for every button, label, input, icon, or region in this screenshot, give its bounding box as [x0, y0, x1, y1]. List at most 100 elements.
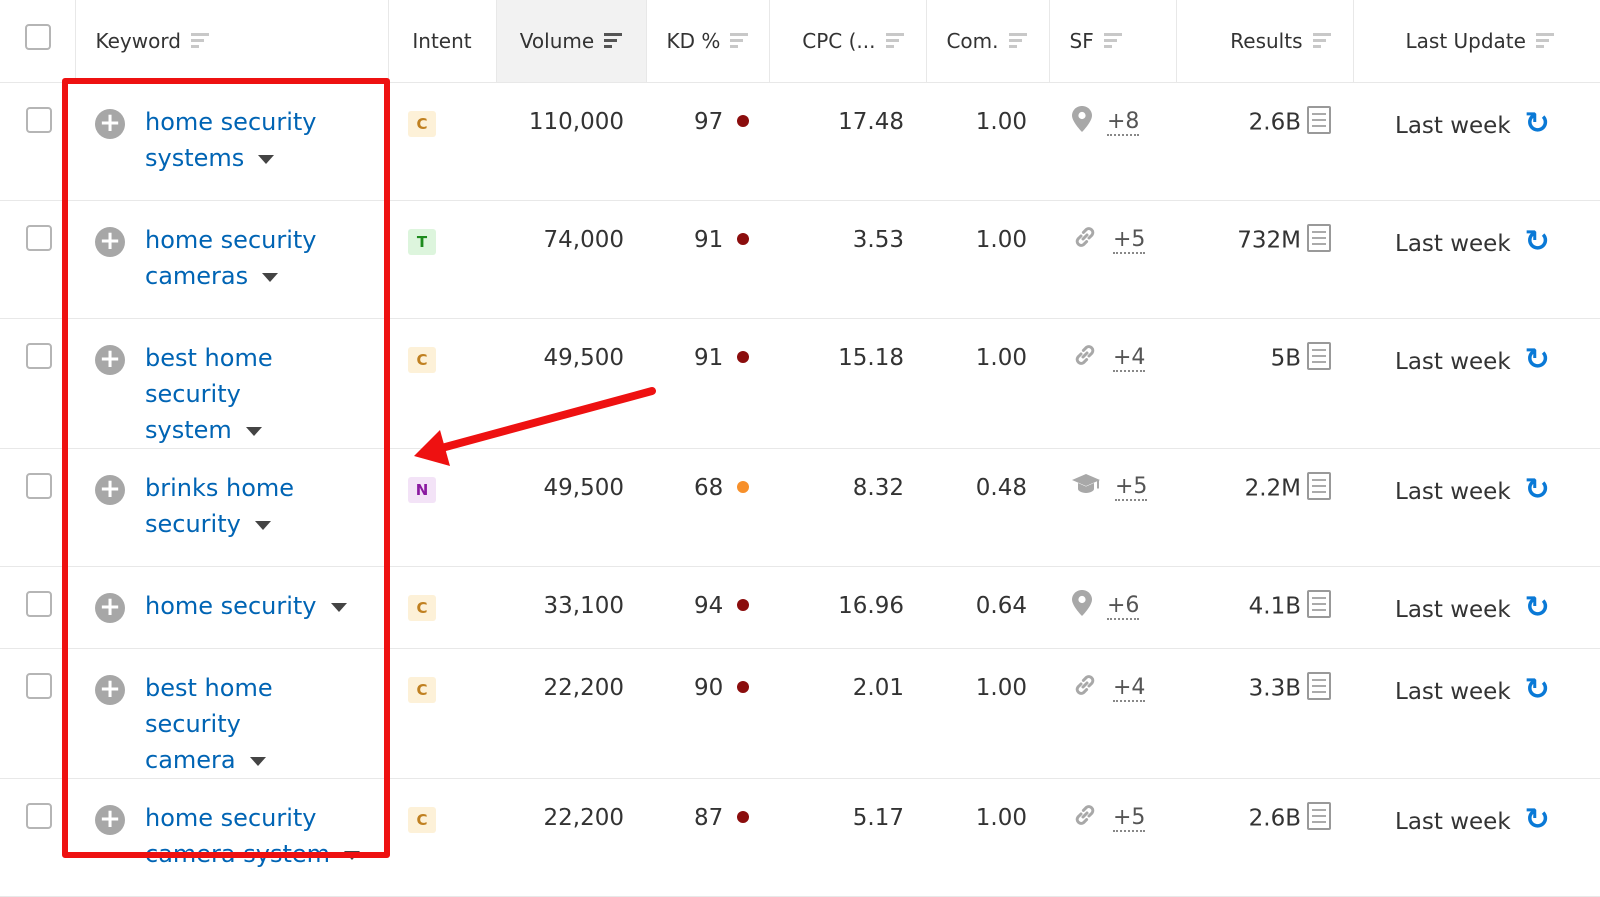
- chevron-down-icon[interactable]: [249, 756, 266, 766]
- refresh-icon[interactable]: ↻: [1525, 224, 1550, 259]
- com-value: 1.00: [975, 227, 1027, 253]
- keyword-link[interactable]: home security systems: [145, 104, 375, 176]
- volume-cell: 49,500: [496, 448, 646, 567]
- com-column-header[interactable]: Com.: [926, 0, 1050, 83]
- chevron-down-icon[interactable]: [245, 426, 262, 436]
- serp-snapshot-icon[interactable]: [1307, 472, 1331, 500]
- serp-snapshot-icon[interactable]: [1307, 106, 1331, 134]
- chevron-down-icon[interactable]: [344, 850, 361, 860]
- results-cell: 732M: [1176, 200, 1353, 319]
- keyword-link[interactable]: best home security camera: [145, 670, 375, 778]
- volume-cell: 33,100: [496, 566, 646, 649]
- serp-features-more-link[interactable]: +5: [1113, 805, 1146, 832]
- serp-snapshot-icon[interactable]: [1307, 342, 1331, 370]
- serp-snapshot-icon[interactable]: [1307, 590, 1331, 618]
- serp-features-more-link[interactable]: +5: [1115, 474, 1148, 501]
- cpc-value: 16.96: [838, 593, 904, 619]
- row-checkbox[interactable]: [25, 225, 52, 251]
- serp-features-more-link[interactable]: +5: [1113, 227, 1146, 254]
- serp-features-more-link[interactable]: +6: [1107, 593, 1140, 620]
- keyword-line-1: home security: [145, 804, 317, 832]
- intent-badge: C: [408, 807, 436, 833]
- refresh-icon[interactable]: ↻: [1525, 672, 1550, 707]
- row-select-cell: [0, 448, 75, 567]
- sort-icon[interactable]: [1535, 33, 1554, 49]
- serp-snapshot-icon[interactable]: [1307, 224, 1331, 252]
- com-value: 0.48: [975, 475, 1027, 501]
- intent-cell: C: [388, 778, 496, 897]
- table-row: + home security cameras T 74,000 91 3.53 1.00 +5…: [0, 200, 1600, 319]
- chevron-down-icon[interactable]: [258, 154, 275, 164]
- keyword-link[interactable]: home security cameras: [145, 222, 375, 294]
- sort-icon[interactable]: [730, 33, 749, 49]
- intent-cell: C: [388, 648, 496, 779]
- chevron-down-icon[interactable]: [254, 520, 271, 530]
- intent-badge: C: [408, 595, 436, 621]
- intent-column-header: Intent: [388, 0, 497, 83]
- last-update-column-header[interactable]: Last Update: [1353, 0, 1600, 83]
- link-icon: [1071, 223, 1099, 257]
- serp-snapshot-icon[interactable]: [1307, 802, 1331, 830]
- chevron-down-icon[interactable]: [262, 272, 279, 282]
- keyword-link[interactable]: brinks home security: [145, 470, 375, 542]
- row-checkbox[interactable]: [25, 673, 52, 699]
- add-to-list-plus-icon[interactable]: +: [95, 227, 125, 257]
- keyword-link[interactable]: best home security system: [145, 340, 375, 448]
- results-column-header[interactable]: Results: [1176, 0, 1354, 83]
- serp-features-more-link[interactable]: +4: [1113, 345, 1146, 372]
- table-row: + brinks home security N 49,500 68 8.32 0.48 +5 2…: [0, 448, 1600, 567]
- add-to-list-plus-icon[interactable]: +: [95, 345, 125, 375]
- serp-snapshot-icon[interactable]: [1307, 672, 1331, 700]
- sort-desc-icon[interactable]: [604, 33, 623, 49]
- refresh-icon[interactable]: ↻: [1525, 802, 1550, 837]
- results-value: 2.2M: [1244, 475, 1301, 502]
- row-checkbox[interactable]: [25, 473, 52, 499]
- results-value: 2.6B: [1248, 109, 1301, 136]
- sort-icon[interactable]: [885, 33, 904, 49]
- serp-features-more-link[interactable]: +4: [1113, 675, 1146, 702]
- keyword-link[interactable]: home security camera system: [145, 800, 375, 872]
- com-cell: 1.00: [926, 648, 1049, 779]
- refresh-icon[interactable]: ↻: [1525, 590, 1550, 625]
- add-to-list-plus-icon[interactable]: +: [95, 109, 125, 139]
- chevron-down-icon[interactable]: [330, 602, 347, 612]
- results-header-label: Results: [1230, 29, 1303, 53]
- sort-icon[interactable]: [190, 33, 209, 49]
- sf-header-label: SF: [1069, 29, 1094, 53]
- keyword-link[interactable]: home security: [145, 588, 375, 624]
- keyword-column-header[interactable]: Keyword: [75, 0, 389, 83]
- graduation-cap-icon: [1071, 471, 1101, 503]
- cpc-value: 3.53: [852, 227, 904, 253]
- add-to-list-plus-icon[interactable]: +: [95, 593, 125, 623]
- table-row: + home security camera system C 22,200 87 5.17…: [0, 778, 1600, 897]
- intent-cell: N: [388, 448, 496, 567]
- keyword-line-2: system: [145, 416, 232, 444]
- serp-features-more-link[interactable]: +8: [1107, 109, 1140, 136]
- row-checkbox[interactable]: [25, 803, 52, 829]
- cpc-cell: 15.18: [769, 318, 926, 449]
- refresh-icon[interactable]: ↻: [1525, 106, 1550, 141]
- kd-cell: 90: [646, 648, 769, 779]
- results-cell: 5B: [1176, 318, 1353, 449]
- refresh-icon[interactable]: ↻: [1525, 472, 1550, 507]
- row-checkbox[interactable]: [25, 107, 52, 133]
- sort-icon[interactable]: [1103, 33, 1122, 49]
- cpc-cell: 5.17: [769, 778, 926, 897]
- sort-icon[interactable]: [1312, 33, 1331, 49]
- sf-column-header[interactable]: SF: [1049, 0, 1177, 83]
- com-value: 1.00: [975, 345, 1027, 371]
- cpc-value: 8.32: [852, 475, 904, 501]
- sort-icon[interactable]: [1008, 33, 1027, 49]
- add-to-list-plus-icon[interactable]: +: [95, 805, 125, 835]
- refresh-icon[interactable]: ↻: [1525, 342, 1550, 377]
- row-checkbox[interactable]: [25, 591, 52, 617]
- kd-column-header[interactable]: KD %: [646, 0, 770, 83]
- add-to-list-plus-icon[interactable]: +: [95, 475, 125, 505]
- cpc-column-header[interactable]: CPC (...: [769, 0, 927, 83]
- select-all-checkbox[interactable]: [25, 24, 52, 50]
- row-select-cell: [0, 82, 75, 201]
- add-to-list-plus-icon[interactable]: +: [95, 675, 125, 705]
- results-cell: 3.3B: [1176, 648, 1353, 779]
- row-checkbox[interactable]: [25, 343, 52, 369]
- volume-column-header[interactable]: Volume: [496, 0, 647, 83]
